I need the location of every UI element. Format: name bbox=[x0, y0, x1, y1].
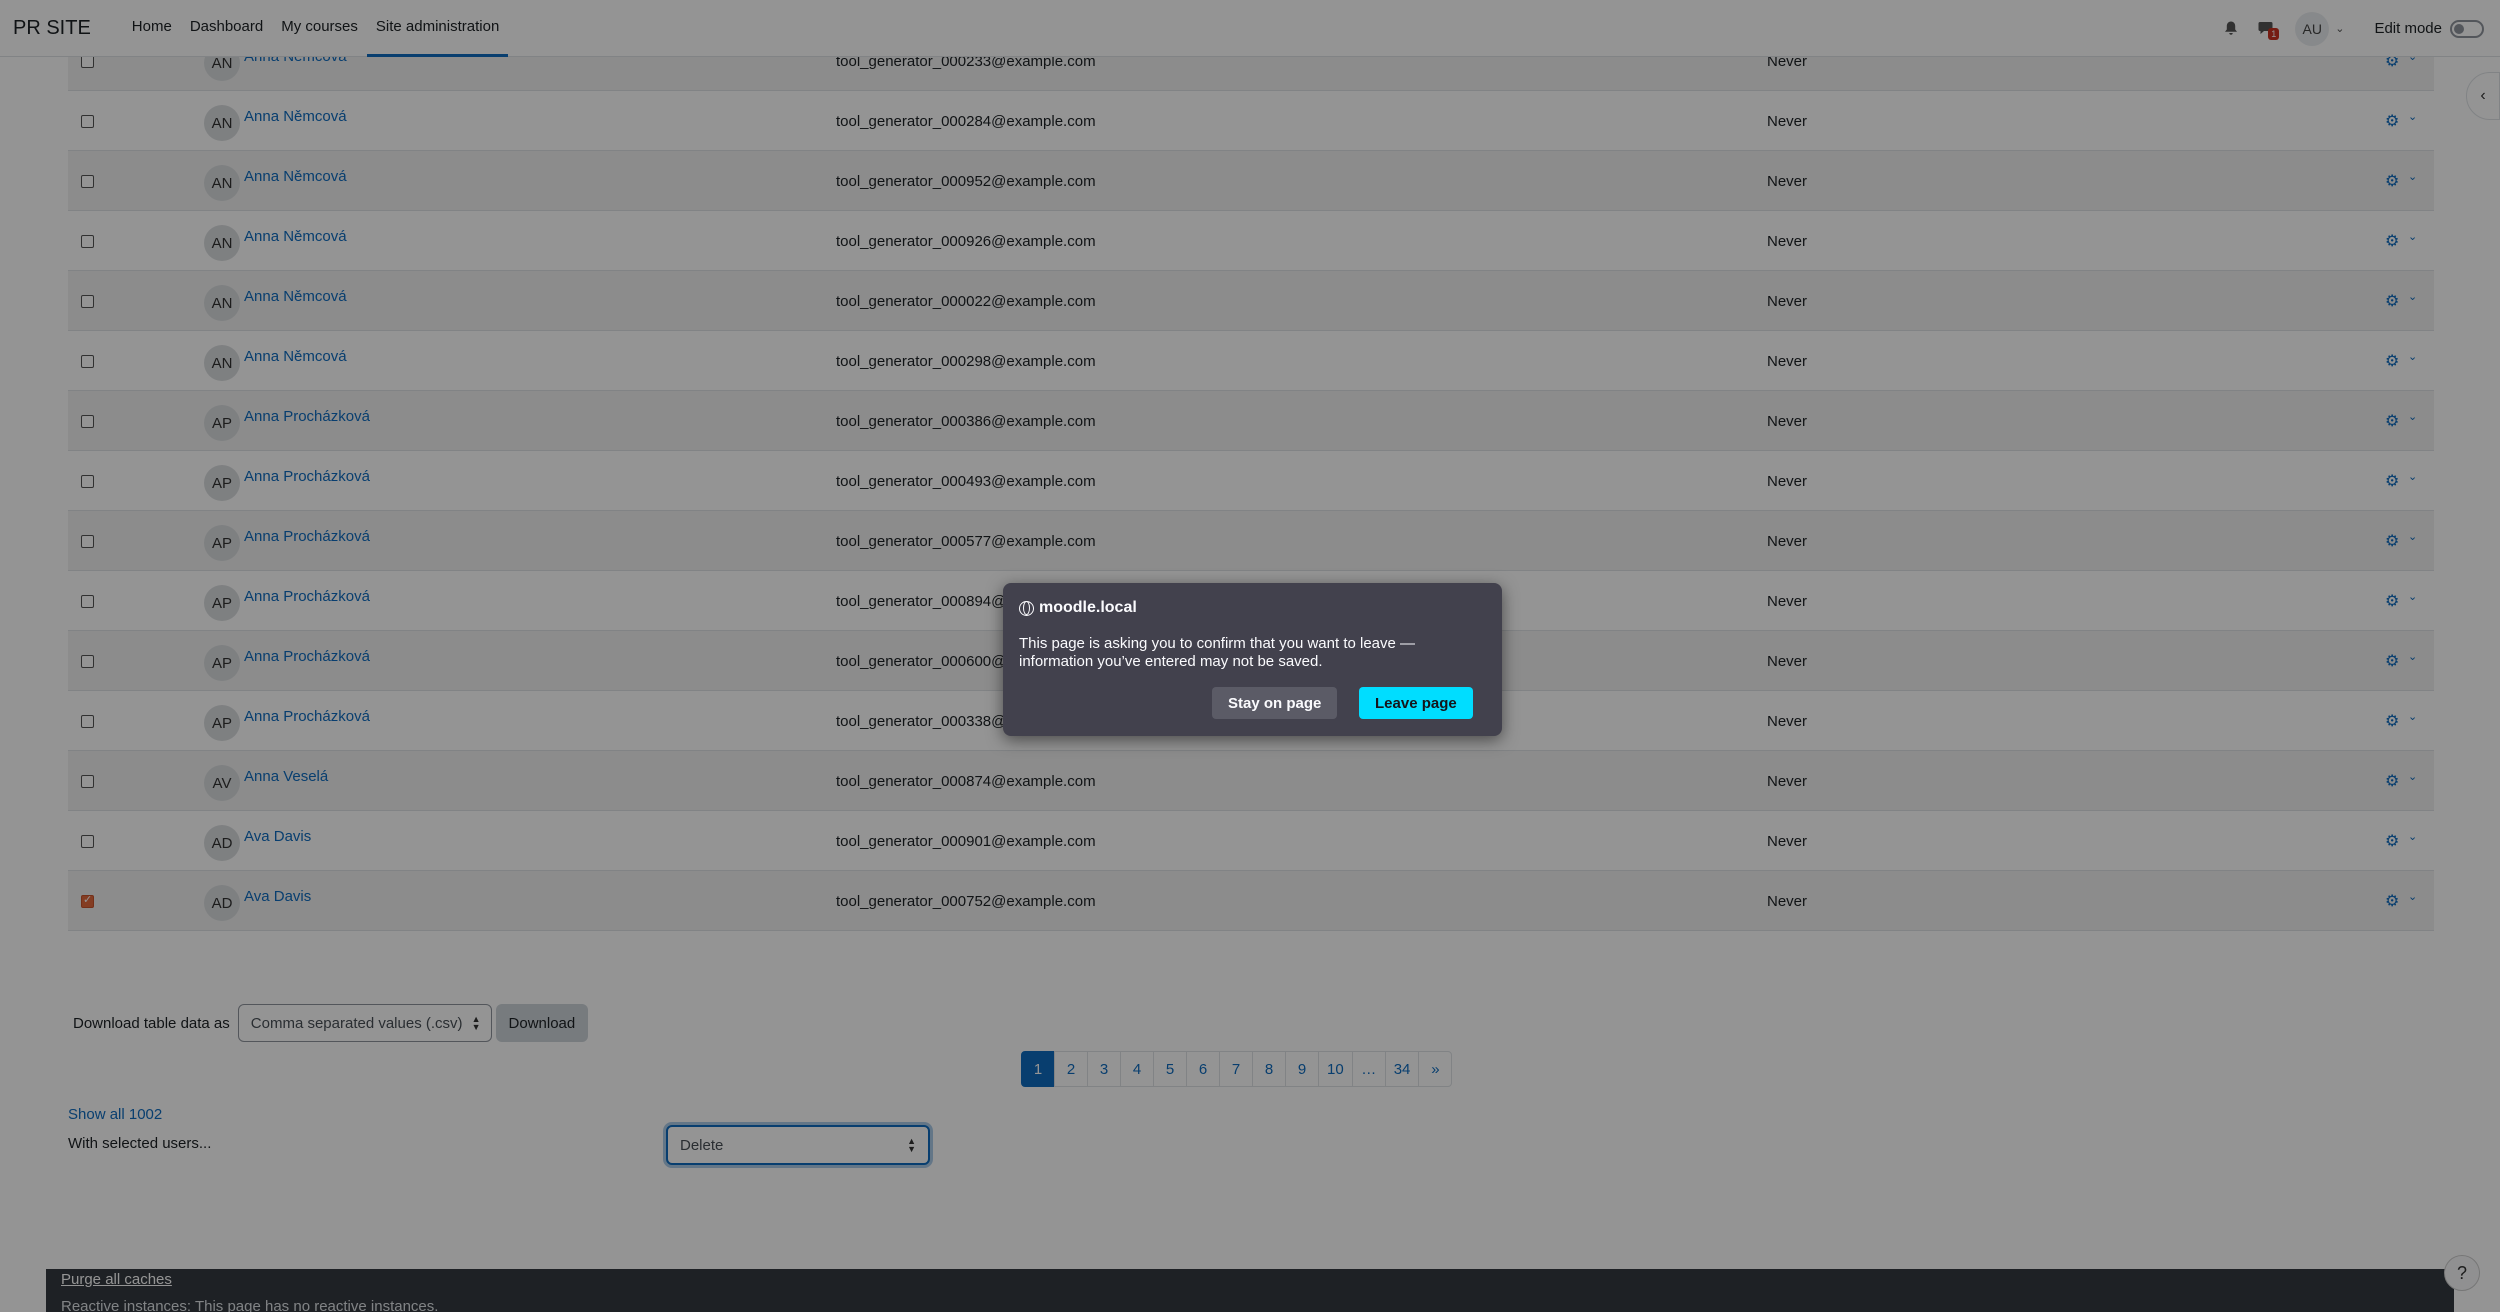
leave-page-dialog: moodle.local This page is asking you to … bbox=[1003, 583, 1502, 736]
globe-icon bbox=[1019, 600, 1034, 616]
dialog-title: moodle.local bbox=[1019, 599, 1137, 617]
leave-page-button[interactable]: Leave page bbox=[1359, 687, 1473, 719]
dialog-message: This page is asking you to confirm that … bbox=[1019, 635, 1416, 670]
stay-on-page-button[interactable]: Stay on page bbox=[1212, 687, 1338, 719]
dialog-host: moodle.local bbox=[1039, 599, 1137, 616]
